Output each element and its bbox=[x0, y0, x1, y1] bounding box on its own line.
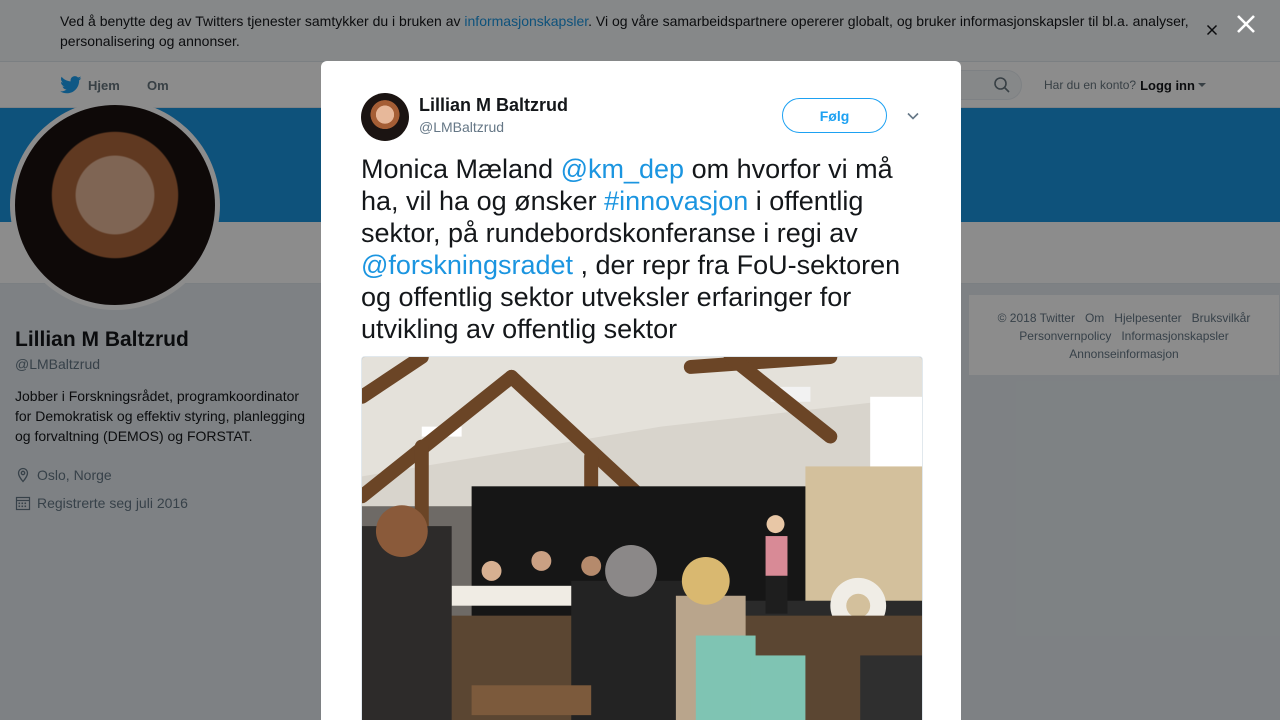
mention-km-dep[interactable]: @km_dep bbox=[561, 154, 684, 184]
tweet-modal: Lillian M Baltzrud @LMBaltzrud Følg Moni… bbox=[321, 61, 961, 720]
conference-photo-image bbox=[362, 357, 922, 720]
tweet-photo[interactable] bbox=[361, 356, 923, 720]
follow-button[interactable]: Følg bbox=[782, 98, 887, 133]
tweet-author-avatar[interactable] bbox=[361, 93, 409, 141]
hashtag-innovasjon[interactable]: #innovasjon bbox=[604, 186, 748, 216]
tweet-author-handle[interactable]: @LMBaltzrud bbox=[419, 119, 504, 135]
chevron-down-icon[interactable] bbox=[905, 110, 921, 122]
mention-forskningsradet[interactable]: @forskningsradet bbox=[361, 250, 573, 280]
close-icon[interactable] bbox=[1234, 12, 1258, 36]
tweet-author-name[interactable]: Lillian M Baltzrud bbox=[419, 95, 568, 116]
tweet-text-part-1: Monica Mæland bbox=[361, 154, 561, 184]
tweet-text: Monica Mæland @km_dep om hvorfor vi må h… bbox=[361, 153, 926, 345]
